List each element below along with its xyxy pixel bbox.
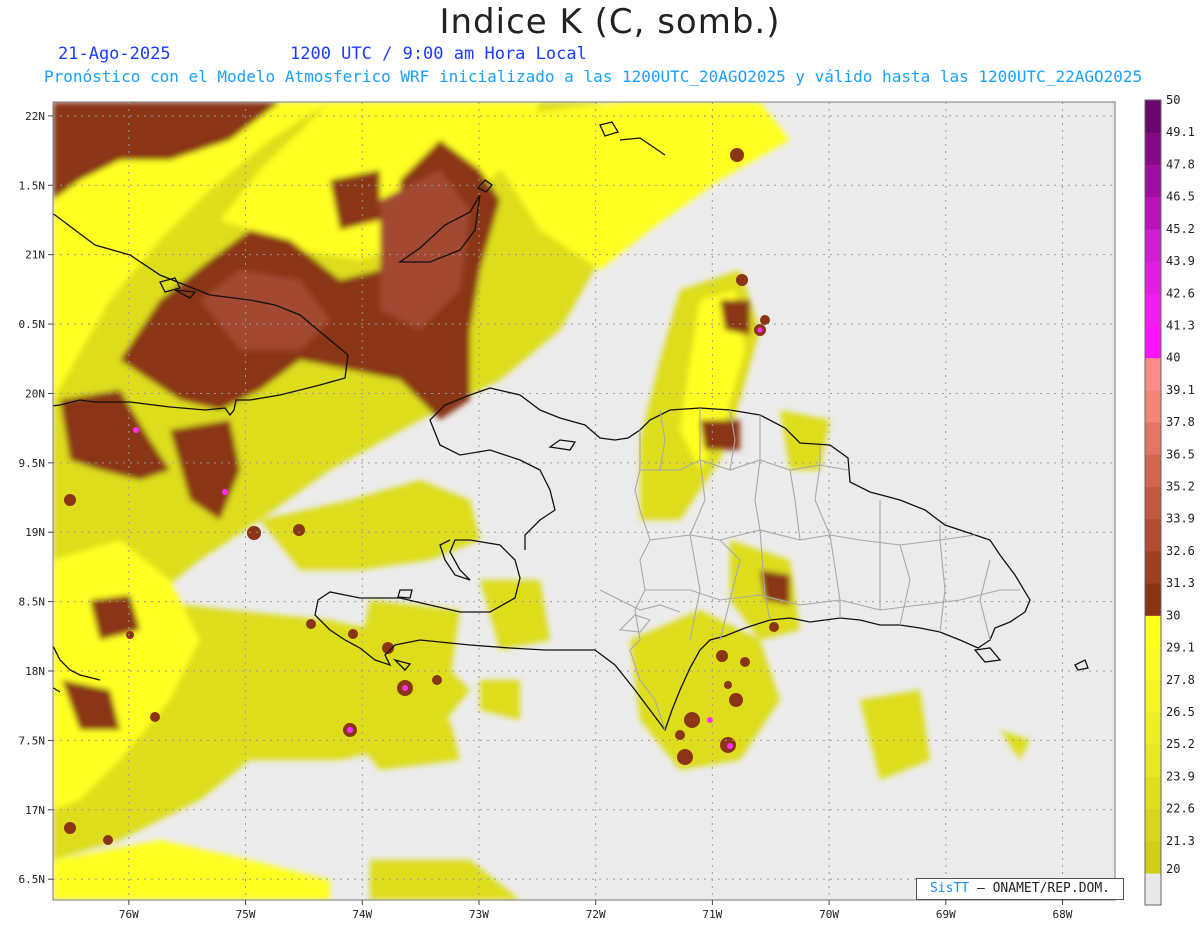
colorbar-swatch <box>1145 261 1161 294</box>
colorbar-label: 42.6 <box>1166 286 1195 300</box>
lon-label: 68W <box>1053 908 1073 921</box>
k-index-colorbar: 20 21.3 22.6 23.9 25.2 26.5 27.8 29.1 30 31.3 32.6… <box>1144 93 1195 906</box>
colorbar-swatch <box>1145 615 1161 649</box>
lon-label: 75W <box>236 908 256 921</box>
lat-label: 22N <box>25 110 45 123</box>
colorbar-swatch <box>1145 389 1161 423</box>
colorbar-swatch <box>1145 422 1161 455</box>
lat-label: 19N <box>25 526 45 539</box>
colorbar-swatch <box>1145 518 1161 552</box>
credit-brand: SisTT <box>929 881 970 896</box>
lat-label: 18N <box>25 665 45 678</box>
colorbar-swatch <box>1145 164 1161 198</box>
colorbar-swatch <box>1145 325 1161 359</box>
colorbar-label: 29.1 <box>1166 641 1195 655</box>
lon-label: 70W <box>819 908 839 921</box>
colorbar-label: 40 <box>1166 351 1180 365</box>
colorbar-swatch <box>1145 132 1161 165</box>
colorbar-label: 21.3 <box>1166 834 1195 848</box>
colorbar-label: 46.5 <box>1166 190 1195 204</box>
lat-label: 20N <box>25 387 45 400</box>
colorbar-label: 35.2 <box>1166 480 1195 494</box>
lon-label: 69W <box>936 908 956 921</box>
colorbar-swatch <box>1145 550 1161 584</box>
colorbar-swatch <box>1145 840 1161 874</box>
lat-label: 0.5N <box>19 318 46 331</box>
colorbar-swatch <box>1145 100 1161 133</box>
lat-label: 1.5N <box>19 179 46 192</box>
colorbar-label: 37.8 <box>1166 415 1195 429</box>
colorbar-label: 32.6 <box>1166 544 1195 558</box>
colorbar-label: 31.3 <box>1166 576 1195 590</box>
colorbar-label: 43.9 <box>1166 254 1195 268</box>
colorbar-swatch <box>1145 647 1161 681</box>
colorbar-label: 27.8 <box>1166 673 1195 687</box>
colorbar-swatch <box>1145 196 1161 230</box>
colorbar-label: 47.8 <box>1166 157 1195 171</box>
lat-label: 6.5N <box>19 873 46 886</box>
colorbar-label: 26.5 <box>1166 705 1195 719</box>
colorbar-swatch <box>1145 808 1161 842</box>
colorbar-label: 49.1 <box>1166 125 1195 139</box>
lat-label: 9.5N <box>19 457 46 470</box>
lat-label: 7.5N <box>19 734 46 747</box>
colorbar-label: 22.6 <box>1166 802 1195 816</box>
colorbar-label: 36.5 <box>1166 447 1195 461</box>
colorbar-label: 50 <box>1166 93 1180 107</box>
colorbar-label: 33.9 <box>1166 512 1195 526</box>
lon-label: 73W <box>469 908 489 921</box>
colorbar-below-swatch <box>1145 873 1161 905</box>
colorbar-label: 23.9 <box>1166 769 1195 783</box>
colorbar-label: 20 <box>1166 862 1180 876</box>
lon-label: 76W <box>119 908 139 921</box>
colorbar-swatch <box>1145 228 1161 262</box>
colorbar-swatch <box>1145 583 1161 616</box>
colorbar-swatch <box>1145 293 1161 326</box>
colorbar-swatch <box>1145 486 1161 520</box>
credit-text: – ONAMET/REP.DOM. <box>976 881 1111 896</box>
lat-label: 8.5N <box>19 596 46 609</box>
colorbar-label: 30 <box>1166 608 1180 622</box>
lat-label: 21N <box>25 249 45 262</box>
colorbar-swatch <box>1145 454 1161 487</box>
lon-label: 71W <box>702 908 722 921</box>
credit-box: SisTT – ONAMET/REP.DOM. <box>916 878 1124 900</box>
colorbar-swatch <box>1145 711 1161 745</box>
lon-label: 72W <box>586 908 606 921</box>
colorbar-swatch <box>1145 357 1161 391</box>
colorbar-swatch <box>1145 776 1161 810</box>
colorbar-label: 41.3 <box>1166 318 1195 332</box>
lon-label: 74W <box>352 908 372 921</box>
colorbar-swatch <box>1145 744 1161 777</box>
forecast-map: 22N 1.5N 21N 0.5N 20N 9.5N 19N 8.5N 18N 7.5N 17N 6.… <box>19 93 1195 921</box>
colorbar-label: 25.2 <box>1166 737 1195 751</box>
colorbar-swatch <box>1145 679 1161 713</box>
lat-label: 17N <box>25 804 45 817</box>
colorbar-label: 39.1 <box>1166 383 1195 397</box>
colorbar-label: 45.2 <box>1166 222 1195 236</box>
